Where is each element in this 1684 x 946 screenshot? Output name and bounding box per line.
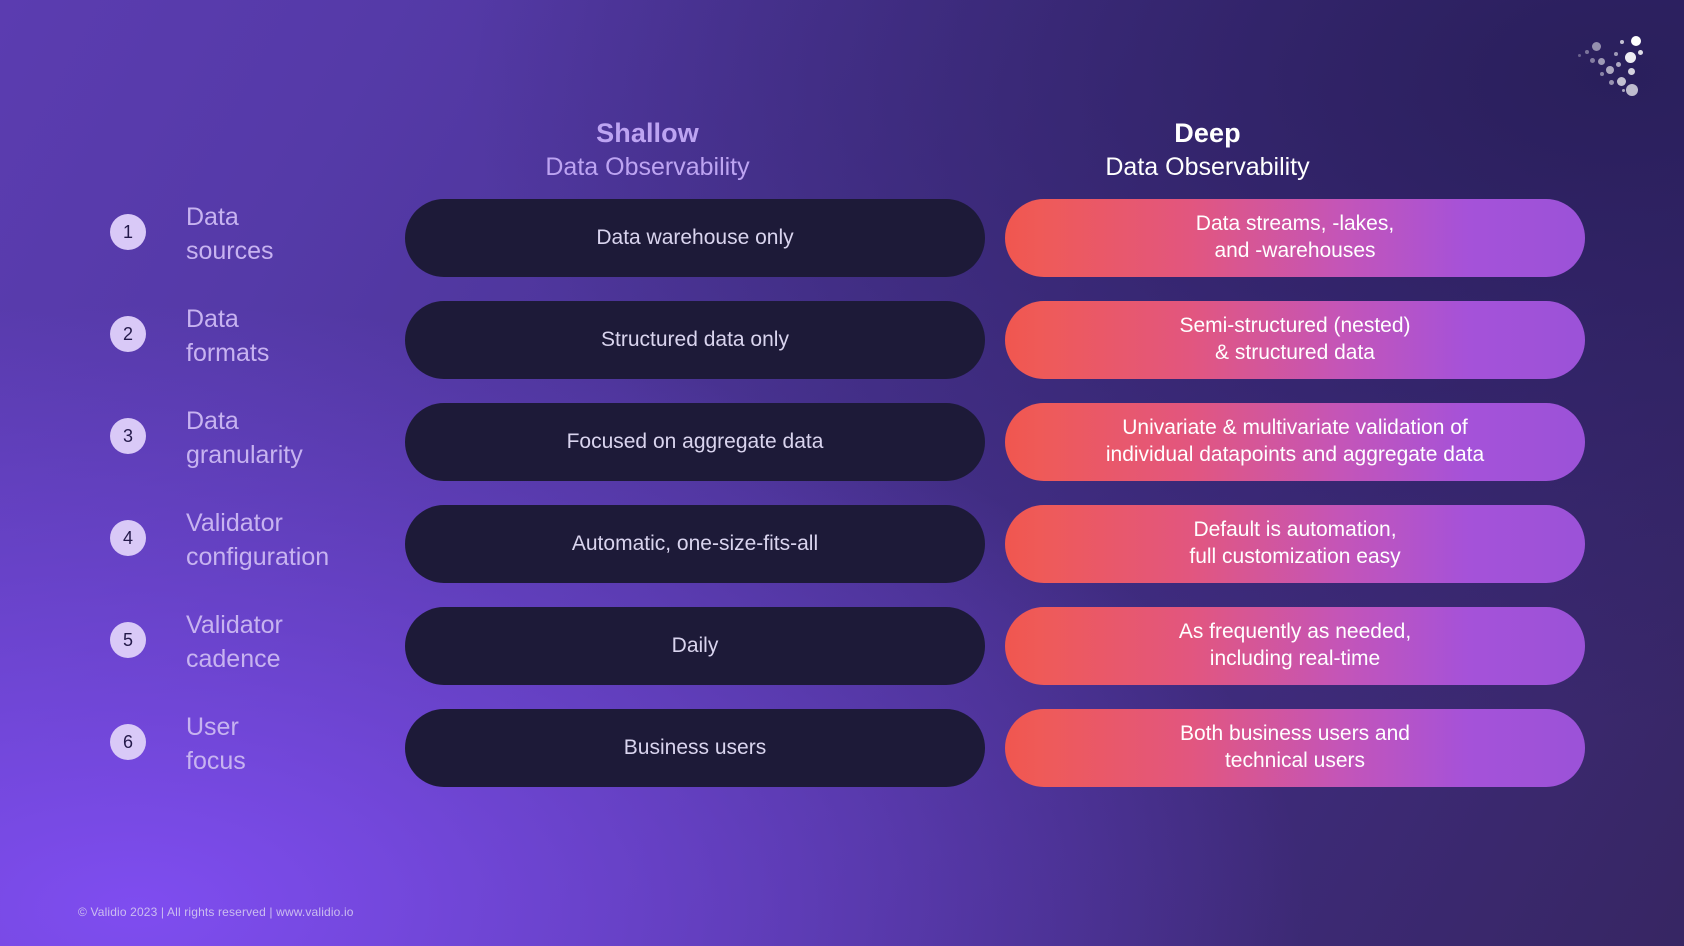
logo-dot: [1590, 58, 1595, 63]
column-header-deep-title: Deep: [1174, 118, 1241, 148]
deep-value-pill: As frequently as needed, including real-…: [1005, 607, 1585, 685]
column-header-shallow-title: Shallow: [596, 118, 699, 148]
deep-value-pill: Data streams, -lakes, and -warehouses: [1005, 199, 1585, 277]
row-number-badge: 5: [110, 622, 146, 658]
deep-value-pill: Default is automation, full customizatio…: [1005, 505, 1585, 583]
row-number-badge: 6: [110, 724, 146, 760]
logo-dot: [1585, 50, 1589, 54]
comparison-row: 1 Data sources Data warehouse only Data str…: [0, 199, 1684, 277]
column-header-shallow-subtitle: Data Observability: [545, 152, 750, 181]
comparison-row: 3 Data granularity Focused on aggregate da…: [0, 403, 1684, 481]
comparison-row: 6 User focus Business users Both business u…: [0, 709, 1684, 787]
logo-dot: [1638, 50, 1643, 55]
logo-dot: [1614, 52, 1618, 56]
logo-dot: [1626, 84, 1638, 96]
row-category-label: Data granularity: [186, 407, 303, 469]
logo-dot: [1628, 68, 1635, 75]
column-header-shallow: Shallow Data Observability: [420, 118, 875, 181]
comparison-row: 5 Validator cadence Daily As frequently as …: [0, 607, 1684, 685]
column-header-deep-subtitle: Data Observability: [1105, 152, 1310, 181]
logo-dot: [1592, 42, 1601, 51]
row-category-label: Data formats: [186, 305, 270, 367]
validio-dots-logo-icon: [1576, 28, 1648, 96]
row-category-label: User focus: [186, 713, 246, 775]
shallow-value-pill: Business users: [405, 709, 985, 787]
row-category-label: Validator configuration: [186, 509, 330, 571]
row-number-badge: 2: [110, 316, 146, 352]
logo-dot: [1622, 89, 1625, 92]
logo-dot: [1625, 52, 1636, 63]
slide-canvas: Shallow Data Observability Deep Data Obs…: [0, 0, 1684, 946]
logo-dot: [1600, 72, 1604, 76]
shallow-value-pill: Structured data only: [405, 301, 985, 379]
logo-dot: [1631, 36, 1641, 46]
logo-dot: [1609, 80, 1614, 85]
row-category-label: Validator cadence: [186, 611, 283, 673]
deep-value-pill: Both business users and technical users: [1005, 709, 1585, 787]
logo-dot: [1578, 54, 1581, 57]
column-header-deep: Deep Data Observability: [980, 118, 1435, 181]
comparison-row: 2 Data formats Structured data only Semi-st…: [0, 301, 1684, 379]
logo-dot: [1598, 58, 1605, 65]
row-number-badge: 4: [110, 520, 146, 556]
shallow-value-pill: Focused on aggregate data: [405, 403, 985, 481]
logo-dot: [1617, 77, 1626, 86]
logo-dot: [1620, 40, 1624, 44]
row-number-badge: 3: [110, 418, 146, 454]
shallow-value-pill: Data warehouse only: [405, 199, 985, 277]
row-number-badge: 1: [110, 214, 146, 250]
shallow-value-pill: Automatic, one-size-fits-all: [405, 505, 985, 583]
comparison-row: 4 Validator configuration Automatic, one-s…: [0, 505, 1684, 583]
deep-value-pill: Univariate & multivariate validation of …: [1005, 403, 1585, 481]
logo-dot: [1606, 66, 1614, 74]
row-category-label: Data sources: [186, 203, 274, 265]
logo-dot: [1616, 62, 1621, 67]
footer-copyright: © Validio 2023 | All rights reserved | w…: [78, 905, 354, 919]
deep-value-pill: Semi-structured (nested) & structured da…: [1005, 301, 1585, 379]
shallow-value-pill: Daily: [405, 607, 985, 685]
